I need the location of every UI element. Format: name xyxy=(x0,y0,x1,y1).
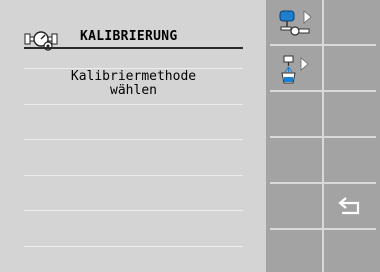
select-method-label: Kalibriermethode wählen xyxy=(24,70,243,98)
softkey-nozzle-bucket[interactable] xyxy=(268,46,322,90)
row-divider xyxy=(24,104,243,105)
softkey-panel xyxy=(266,0,380,272)
softkey-empty[interactable] xyxy=(324,0,378,44)
row-divider xyxy=(24,210,243,211)
row-divider xyxy=(24,139,243,140)
softkey-empty[interactable] xyxy=(268,138,322,182)
softkey-empty[interactable] xyxy=(268,230,322,272)
terminal-screen: KALIBRIERUNG Kalibriermethode wählen xyxy=(0,0,380,272)
title-divider xyxy=(24,47,243,49)
method-label-line2: wählen xyxy=(110,83,157,98)
softkey-empty[interactable] xyxy=(324,138,378,182)
softkey-empty[interactable] xyxy=(268,184,322,228)
main-area: KALIBRIERUNG Kalibriermethode wählen xyxy=(0,0,266,272)
softkey-tank-pump[interactable] xyxy=(268,0,322,44)
softkey-empty[interactable] xyxy=(324,92,378,136)
row-divider xyxy=(24,175,243,176)
tank-pump-arrow-icon xyxy=(279,10,312,36)
row-divider xyxy=(24,246,243,247)
method-label-line1: Kalibriermethode xyxy=(70,69,197,84)
softkey-empty[interactable] xyxy=(324,230,378,272)
back-arrow-icon xyxy=(338,197,360,215)
softkey-back[interactable] xyxy=(324,184,378,228)
softkey-empty[interactable] xyxy=(268,92,322,136)
page-title: KALIBRIERUNG xyxy=(80,29,178,44)
softkey-empty[interactable] xyxy=(324,46,378,90)
nozzle-bucket-arrow-icon xyxy=(281,55,309,84)
